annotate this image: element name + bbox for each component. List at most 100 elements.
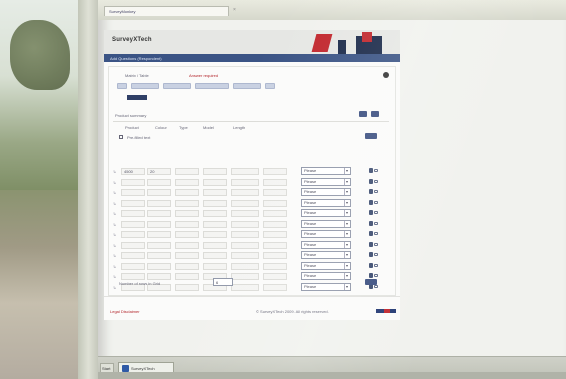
table-cell-input[interactable] [203, 178, 227, 186]
table-cell-input[interactable] [121, 199, 145, 207]
table-cell-input[interactable] [263, 168, 287, 175]
row-select[interactable]: Please ▾ [301, 219, 351, 228]
table-cell-input[interactable] [147, 220, 171, 228]
table-cell-input[interactable] [147, 273, 171, 280]
browser-tab[interactable]: SurveyMonkey [104, 6, 229, 16]
table-cell-input[interactable] [263, 283, 287, 291]
table-cell-input[interactable] [231, 252, 259, 259]
table-cell-input[interactable] [231, 231, 259, 238]
row-select[interactable]: Please ▾ [301, 240, 351, 249]
drag-handle-icon[interactable]: ↳ [113, 253, 117, 258]
table-cell-input[interactable] [203, 231, 227, 238]
drag-handle-icon[interactable]: ↳ [113, 190, 117, 195]
table-cell-input[interactable] [175, 178, 199, 186]
drag-handle-icon[interactable]: ↳ [113, 169, 117, 174]
table-cell-input[interactable]: 4500 [121, 168, 145, 175]
drag-handle-icon[interactable]: ↳ [113, 264, 117, 269]
table-cell-input[interactable] [121, 210, 145, 217]
table-cell-input[interactable] [263, 210, 287, 217]
row-action-icon[interactable] [369, 189, 379, 195]
brand-logo[interactable]: SurveyXTech [112, 37, 152, 43]
drag-handle-icon[interactable]: ↳ [113, 211, 117, 216]
row-action-icon[interactable] [369, 231, 379, 237]
table-cell-input[interactable] [121, 273, 145, 280]
table-cell-input[interactable] [203, 168, 227, 175]
table-cell-input[interactable] [231, 283, 259, 291]
row-select[interactable]: Please ▾ [301, 177, 351, 186]
edit-icon[interactable] [127, 95, 147, 100]
table-cell-input[interactable] [231, 210, 259, 217]
table-cell-input[interactable] [203, 189, 227, 196]
table-cell-input[interactable] [121, 220, 145, 228]
table-cell-input[interactable] [203, 220, 227, 228]
table-cell-input[interactable] [263, 252, 287, 259]
table-cell-input[interactable] [175, 210, 199, 217]
table-cell-input[interactable] [121, 252, 145, 259]
row-select[interactable]: Please ▾ [301, 209, 351, 217]
table-cell-input[interactable] [147, 178, 171, 186]
table-cell-input[interactable] [175, 189, 199, 196]
toolbar-button-3[interactable] [163, 83, 191, 89]
drag-handle-icon[interactable]: ↳ [113, 285, 117, 290]
row-action-icon[interactable] [369, 168, 379, 174]
table-cell-input[interactable]: 20 [147, 168, 171, 175]
table-cell-input[interactable] [263, 199, 287, 207]
table-cell-input[interactable] [175, 252, 199, 259]
table-cell-input[interactable] [263, 241, 287, 249]
drag-handle-icon[interactable]: ↳ [113, 222, 117, 227]
row-select[interactable]: Please ▾ [301, 198, 351, 207]
rows-count-select[interactable]: 6 [213, 278, 233, 286]
row-select[interactable]: Please ▾ [301, 251, 351, 259]
drag-handle-icon[interactable]: ↳ [113, 274, 117, 279]
table-cell-input[interactable] [147, 262, 171, 270]
table-cell-input[interactable] [147, 241, 171, 249]
row-action-icon[interactable] [369, 199, 379, 206]
table-cell-input[interactable] [121, 189, 145, 196]
toolbar-button-6[interactable] [265, 83, 275, 89]
table-cell-input[interactable] [263, 189, 287, 196]
row-select[interactable]: Please ▾ [301, 282, 351, 291]
table-cell-input[interactable] [263, 220, 287, 228]
table-cell-input[interactable] [231, 189, 259, 196]
table-cell-input[interactable] [203, 210, 227, 217]
table-cell-input[interactable] [263, 231, 287, 238]
table-cell-input[interactable] [231, 241, 259, 249]
help-icon[interactable] [383, 72, 389, 78]
row-select[interactable]: Please ▾ [301, 167, 351, 175]
drag-handle-icon[interactable]: ↳ [113, 180, 117, 185]
table-cell-input[interactable] [263, 273, 287, 280]
row-action-icon[interactable] [369, 241, 379, 248]
table-cell-input[interactable] [175, 262, 199, 270]
footer-link-legal[interactable]: Legal Disclaimer [110, 309, 140, 314]
prefill-checkbox[interactable] [119, 135, 123, 139]
table-cell-input[interactable] [231, 178, 259, 186]
table-cell-input[interactable] [175, 241, 199, 249]
remove-icon[interactable] [371, 111, 379, 117]
table-cell-input[interactable] [231, 199, 259, 207]
table-cell-input[interactable] [121, 231, 145, 238]
table-cell-input[interactable] [203, 199, 227, 207]
table-cell-input[interactable] [175, 231, 199, 238]
table-cell-input[interactable] [263, 178, 287, 186]
table-cell-input[interactable] [147, 231, 171, 238]
drag-handle-icon[interactable]: ↳ [113, 232, 117, 237]
table-cell-input[interactable] [231, 168, 259, 175]
table-cell-input[interactable] [121, 241, 145, 249]
table-cell-input[interactable] [147, 210, 171, 217]
table-cell-input[interactable] [147, 199, 171, 207]
table-cell-input[interactable] [203, 262, 227, 270]
table-cell-input[interactable] [175, 168, 199, 175]
row-action-icon[interactable] [369, 178, 379, 185]
table-cell-input[interactable] [147, 189, 171, 196]
table-cell-input[interactable] [175, 199, 199, 207]
table-cell-input[interactable] [121, 178, 145, 186]
toolbar-button-2[interactable] [131, 83, 159, 89]
table-cell-input[interactable] [231, 220, 259, 228]
row-select[interactable]: Please ▾ [301, 230, 351, 238]
row-select[interactable]: Please ▾ [301, 188, 351, 196]
table-cell-input[interactable] [231, 273, 259, 280]
row-select[interactable]: Please ▾ [301, 272, 351, 280]
drag-handle-icon[interactable]: ↳ [113, 201, 117, 206]
table-cell-input[interactable] [231, 262, 259, 270]
row-select[interactable]: Please ▾ [301, 261, 351, 270]
